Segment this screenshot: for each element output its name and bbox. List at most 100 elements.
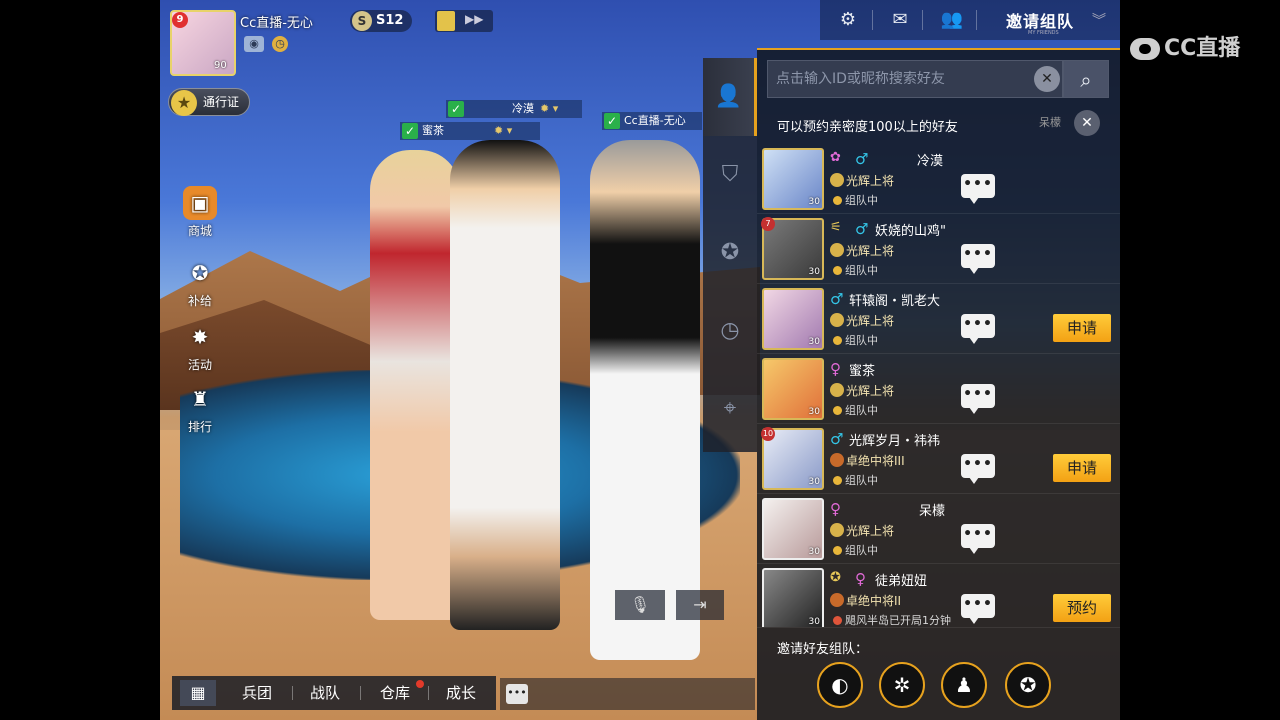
grid-menu-icon[interactable]: ▦ (180, 680, 216, 706)
notification-dot (416, 680, 424, 688)
chat-button[interactable]: ••• (961, 454, 995, 484)
pass-button[interactable]: ★ 通行证 (168, 88, 250, 116)
tab-clan[interactable]: ⛉ (703, 136, 757, 214)
friend-avatar[interactable]: 30 (762, 148, 824, 210)
supply-icon: ✪ (191, 261, 209, 285)
character-player (590, 140, 700, 660)
chat-button[interactable]: ••• (961, 524, 995, 554)
friend-name: 冷漠 (917, 154, 944, 169)
rank-shortcut[interactable]: ▶▶ (435, 10, 493, 32)
friend-search-input[interactable]: 点击输入ID或昵称搜索好友 ✕ (767, 60, 1063, 98)
friends-icon[interactable]: 👥 (940, 8, 964, 32)
friend-row[interactable]: 30 ✿ ♂ 冷漠 光辉上将 组队中 ••• (757, 144, 1120, 214)
friend-avatar[interactable]: 7 30 (761, 217, 824, 280)
friend-avatar[interactable]: 30 (762, 568, 824, 627)
friend-rank: 卓绝中将II (830, 592, 901, 609)
player-level: 90 (214, 60, 227, 71)
friend-row[interactable]: 7 30 ⚟ ♂ 妖娆的山鸡" 光辉上将 组队中 ••• (757, 214, 1120, 284)
rank-emblem-icon: ✹ ▾ (540, 102, 559, 115)
chevron-badge-icon: ⛉ (721, 162, 739, 187)
rank-emblem-icon (830, 383, 844, 397)
clock-icon: ◷ (720, 318, 740, 343)
invite-team-title[interactable]: 邀请组队 (1006, 8, 1074, 32)
bottom-nav-bar: ▦ 兵团 战队 仓库 成长 (172, 676, 496, 710)
female-icon: ♀ (855, 570, 866, 588)
female-icon: ♀ (830, 360, 841, 378)
friend-status: 组队中 (833, 542, 878, 558)
friend-rank: 光辉上将 (830, 522, 894, 539)
friend-avatar[interactable]: 30 (762, 288, 824, 350)
qq-icon[interactable]: ♟ (941, 662, 987, 708)
tab-recent[interactable]: ◷ (703, 292, 757, 370)
friend-row[interactable]: 30 ♀ 呆檬 光辉上将 组队中 ••• (757, 494, 1120, 564)
menu-supply[interactable]: ✪ 补给 (180, 256, 220, 309)
chat-button[interactable]: ••• (961, 244, 995, 274)
top-nav-bar (820, 0, 1120, 40)
tab-nearby[interactable]: ⌖ (703, 370, 757, 448)
clock-icon[interactable]: ◷ (272, 36, 288, 52)
moments-icon[interactable]: ✲ (879, 662, 925, 708)
letterbox-right (1120, 0, 1280, 720)
friend-status: 飓风半岛已开局1分钟 (833, 612, 951, 627)
settings-gear-icon[interactable]: ⚙ (836, 8, 860, 32)
chevron-down-icon[interactable]: ︾ (1092, 10, 1106, 30)
friend-name: 呆檬 (919, 504, 946, 519)
menu-shop[interactable]: ▣ 商城 (180, 186, 220, 239)
status-dot (833, 406, 842, 415)
season-badge[interactable]: S S12 (350, 10, 412, 32)
divider (428, 686, 429, 700)
shop-bag-icon: ▣ (183, 186, 217, 220)
chat-button[interactable]: ••• (961, 174, 995, 204)
friend-row[interactable]: 30 ♀ 蜜茶 光辉上将 组队中 ••• (757, 354, 1120, 424)
gold-rank-icon (437, 11, 455, 31)
chat-button[interactable]: ••• (961, 384, 995, 414)
rank-emblem-icon (830, 453, 844, 467)
friend-name: 蜜茶 (849, 364, 876, 379)
microphone-icon: 🎙 (629, 595, 651, 614)
wechat-icon[interactable]: ◐ (817, 662, 863, 708)
friend-rank: 卓绝中将III (830, 452, 905, 469)
microphone-button[interactable]: 🎙 (615, 590, 665, 620)
menu-ranking[interactable]: ♜ 排行 (180, 382, 220, 435)
friend-avatar[interactable]: 10 30 (761, 427, 824, 490)
friend-avatar[interactable]: 30 (762, 498, 824, 560)
exit-icon: ⇥ (693, 595, 707, 614)
menu-event[interactable]: ✸ 活动 (180, 320, 220, 373)
mail-icon[interactable]: ✉ (888, 8, 912, 32)
apply-button[interactable]: 申请 (1053, 454, 1111, 482)
close-hint-icon[interactable]: ✕ (1074, 110, 1100, 136)
flower-badge-icon: ✿ (830, 150, 841, 165)
search-button[interactable]: ⌕ (1063, 60, 1109, 98)
tab-friends[interactable]: 👤 (703, 58, 757, 136)
nav-clan[interactable]: 战队 (310, 682, 340, 703)
chat-input-bar[interactable]: ••• (500, 678, 755, 710)
nav-growth[interactable]: 成长 (446, 682, 476, 703)
friend-name: 轩辕阁・凯老大 (849, 294, 941, 309)
male-icon: ♂ (830, 290, 844, 308)
friend-row[interactable]: 30 ✪ ♀ 徒弟妞妞 卓绝中将II 飓风半岛已开局1分钟 ••• 预约 (757, 564, 1120, 628)
chat-button[interactable]: ••• (961, 314, 995, 344)
nav-warehouse[interactable]: 仓库 (380, 682, 410, 703)
tab-team[interactable]: ✪ (703, 214, 757, 292)
qzone-icon[interactable]: ✪ (1005, 662, 1051, 708)
exit-team-button[interactable]: ⇥ (676, 590, 724, 620)
friend-rank: 光辉上将 (830, 312, 894, 329)
location-pin-icon: ⌖ (723, 396, 737, 421)
friend-status: 组队中 (833, 262, 878, 278)
clear-icon[interactable]: ✕ (1034, 66, 1060, 92)
friend-avatar[interactable]: 30 (762, 358, 824, 420)
nav-legion[interactable]: 兵团 (242, 682, 272, 703)
name-tag-lengmo: ✓ 冷漠 ✹ ▾ (446, 100, 582, 118)
player-level-badge: 9 (172, 12, 188, 28)
friend-status: 组队中 (833, 402, 878, 418)
divider (360, 686, 361, 700)
rank-emblem-icon (830, 523, 844, 537)
friend-row[interactable]: 10 30 ♂ 光辉岁月・祎祎 卓绝中将III 组队中 ••• 申请 (757, 424, 1120, 494)
friend-panel: 点击输入ID或昵称搜索好友 ✕ ⌕ 可以预约亲密度100以上的好友 呆檬 ✕ 30… (757, 48, 1120, 720)
name-tag-player: ✓ Cc直播-无心 (602, 112, 702, 130)
apply-button[interactable]: 申请 (1053, 314, 1111, 342)
chat-button[interactable]: ••• (961, 594, 995, 624)
camera-icon[interactable]: ◉ (244, 36, 264, 52)
friend-row[interactable]: 30 ♂ 轩辕阁・凯老大 光辉上将 组队中 ••• 申请 (757, 284, 1120, 354)
reserve-button[interactable]: 预约 (1053, 594, 1111, 622)
